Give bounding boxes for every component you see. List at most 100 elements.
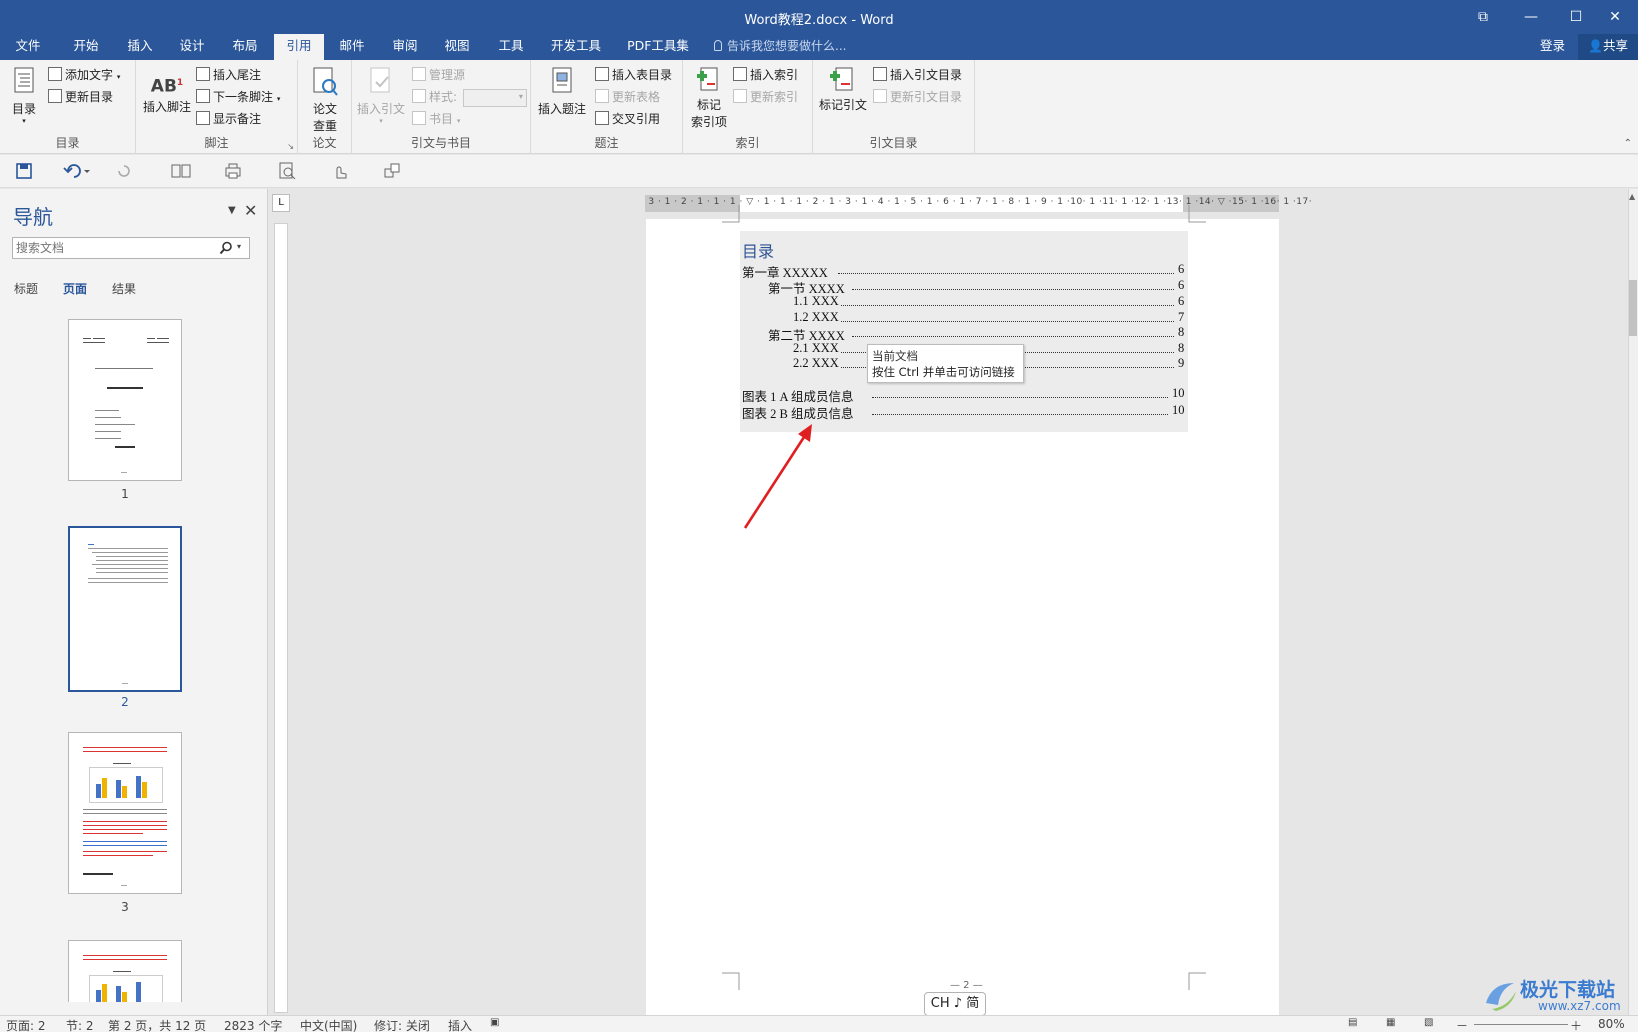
print-layout-view-icon[interactable]: ▦ (1386, 1017, 1395, 1028)
mark-entry-button[interactable]: 标记 索引项 (687, 64, 731, 130)
read-mode-icon[interactable] (170, 161, 192, 181)
ribbon-display-options-button[interactable]: ⧉ (1460, 4, 1506, 30)
minimize-button[interactable]: — (1508, 4, 1554, 30)
cross-reference-button[interactable]: 交叉引用 (595, 110, 660, 127)
tab-view[interactable]: 视图 (433, 34, 481, 60)
mark-citation-button[interactable]: 标记引文 (815, 64, 871, 113)
status-page-of[interactable]: 第 2 页，共 12 页 (108, 1017, 206, 1032)
margin-corner-bottom-left (722, 972, 740, 990)
tab-review[interactable]: 审阅 (381, 34, 429, 60)
zoom-out-icon[interactable]: － (1456, 1017, 1468, 1032)
touch-mode-icon[interactable] (329, 161, 351, 181)
toc-button[interactable]: 目录 ▾ (8, 66, 40, 125)
pane-options-icon[interactable]: ▼ (228, 205, 236, 216)
insert-toa-button[interactable]: 插入引文目录 (873, 66, 962, 83)
status-bar: 页面: 2 节: 2 第 2 页，共 12 页 2823 个字 中文(中国) 修… (0, 1015, 1638, 1032)
read-mode-view-icon[interactable]: ▤ (1348, 1017, 1357, 1028)
print-preview-icon[interactable] (276, 161, 298, 181)
zoom-level[interactable]: 80% (1598, 1017, 1625, 1031)
insert-table-of-figures-button[interactable]: 插入表目录 (595, 66, 672, 83)
toc-entry[interactable]: 第一节 XXXX 6 (768, 278, 1186, 297)
tab-mailings[interactable]: 邮件 (328, 34, 376, 60)
navigation-search[interactable]: ▾ (12, 237, 250, 259)
group-label-toa: 引文目录 (869, 136, 918, 150)
tab-design[interactable]: 设计 (168, 34, 216, 60)
nav-tab-results[interactable]: 结果 (112, 280, 136, 297)
manage-sources-button[interactable]: 管理源 (412, 66, 465, 83)
paper-check-button[interactable]: 论文 查重 (306, 66, 344, 134)
footnote-dialog-launcher-icon[interactable]: ↘ (287, 142, 294, 151)
scrollbar-thumb[interactable] (1629, 280, 1637, 336)
insert-footnote-button[interactable]: AB1 插入脚注 (142, 70, 192, 115)
search-input[interactable] (16, 240, 216, 256)
macro-record-icon[interactable]: ▣ (490, 1017, 499, 1028)
tab-developer[interactable]: 开发工具 (544, 34, 608, 60)
tab-selector-button[interactable]: L (272, 194, 290, 212)
page-thumbnail-2[interactable] (68, 526, 182, 692)
search-icon[interactable] (219, 241, 233, 255)
tab-home[interactable]: 开始 (62, 34, 110, 60)
tab-pdf-tools[interactable]: PDF工具集 (620, 34, 696, 60)
ime-indicator[interactable]: CH ♪ 简 (924, 992, 986, 1016)
scroll-up-icon[interactable]: ▲ (1629, 192, 1635, 201)
horizontal-ruler[interactable]: 3 · 1 · 2 · 1 · 1 · 1 · ▽ · 1 · 1 · 1 · … (645, 195, 1312, 212)
insert-caption-button[interactable]: 插入题注 (537, 66, 587, 117)
undo-icon[interactable] (62, 161, 92, 181)
hyperlink-tooltip: 当前文档 按住 Ctrl 并单击可访问链接 (867, 344, 1024, 383)
close-pane-icon[interactable]: ✕ (244, 201, 257, 220)
status-word-count[interactable]: 2823 个字 (224, 1017, 282, 1032)
toc-entry[interactable]: 1.1 XXX 6 (793, 294, 1186, 310)
web-layout-view-icon[interactable]: ▧ (1424, 1017, 1433, 1028)
tab-references[interactable]: 引用 (274, 34, 324, 60)
status-insert-mode[interactable]: 插入 (448, 1017, 472, 1032)
customize-qat-icon[interactable] (382, 161, 404, 181)
citation-style-select[interactable]: 样式: ▾ (412, 88, 527, 107)
update-toc-button[interactable]: 更新目录 (48, 88, 113, 105)
status-section[interactable]: 节: 2 (66, 1017, 94, 1032)
vertical-ruler[interactable] (269, 189, 293, 1015)
nav-tab-pages[interactable]: 页面 (63, 280, 87, 297)
tab-file[interactable]: 文件 (4, 34, 52, 60)
login-button[interactable]: 登录 (1540, 34, 1565, 58)
show-notes-button[interactable]: 显示备注 (196, 110, 261, 127)
nav-tab-headings[interactable]: 标题 (14, 280, 38, 297)
print-icon[interactable] (222, 161, 244, 181)
tab-tools[interactable]: 工具 (487, 34, 535, 60)
group-label-toc: 目录 (55, 136, 80, 150)
table-of-figures-entry[interactable]: 图表 2 B 组成员信息 10 (742, 403, 1186, 422)
share-button[interactable]: 👤共享 (1578, 34, 1638, 60)
status-page[interactable]: 页面: 2 (6, 1017, 46, 1032)
save-icon[interactable] (14, 161, 36, 181)
search-options-icon[interactable]: ▾ (237, 242, 241, 251)
close-button[interactable]: ✕ (1592, 4, 1638, 30)
tab-layout[interactable]: 布局 (221, 34, 269, 60)
insert-endnote-button[interactable]: 插入尾注 (196, 66, 261, 83)
page-thumbnail-3[interactable] (68, 732, 182, 894)
toc-entry[interactable]: 1.2 XXX 7 (793, 310, 1186, 326)
collapse-ribbon-icon[interactable]: ⌃ (1624, 138, 1632, 149)
update-toa-button[interactable]: 更新引文目录 (873, 88, 962, 105)
page-thumbnail-1[interactable] (68, 319, 182, 481)
update-table-button[interactable]: 更新表格 (595, 88, 660, 105)
footnote-ab-icon: AB1 (150, 76, 184, 97)
status-track-changes[interactable]: 修订: 关闭 (374, 1017, 430, 1032)
page-thumbnail-4[interactable] (68, 940, 182, 1002)
insert-index-button[interactable]: 插入索引 (733, 66, 798, 83)
table-of-figures-entry[interactable]: 图表 1 A 组成员信息 10 (742, 386, 1186, 405)
tooltip-title: 当前文档 (872, 349, 918, 363)
add-text-button[interactable]: 添加文字 ▾ (48, 66, 120, 83)
zoom-in-icon[interactable]: ＋ (1570, 1017, 1582, 1032)
toc-entry[interactable]: 第一章 XXXXX 6 (742, 262, 1186, 281)
next-footnote-button[interactable]: 下一条脚注 ▾ (196, 88, 280, 105)
zoom-slider[interactable] (1474, 1024, 1568, 1025)
status-language[interactable]: 中文(中国) (300, 1017, 357, 1032)
toc-entry[interactable]: 第二节 XXXX 8 (768, 325, 1186, 344)
tell-me-search[interactable]: 告诉我您想要做什么... (714, 34, 846, 60)
share-label: 共享 (1602, 38, 1628, 53)
insert-citation-button[interactable]: 插入引文 ▾ (356, 66, 406, 125)
redo-icon[interactable] (113, 161, 135, 181)
tab-insert[interactable]: 插入 (116, 34, 164, 60)
update-index-button[interactable]: 更新索引 (733, 88, 798, 105)
bibliography-button[interactable]: 书目 ▾ (412, 110, 460, 127)
update-toc-icon (48, 89, 62, 103)
